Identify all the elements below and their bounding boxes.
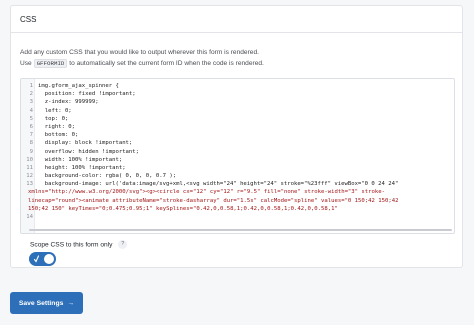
scope-css-toggle[interactable] (29, 252, 56, 266)
code-line[interactable]: 11 height: 100% !important; (21, 164, 454, 172)
save-settings-button[interactable]: Save Settings → (10, 292, 83, 314)
code-line[interactable]: 4 left: 0; (21, 107, 454, 115)
line-number: 12 (26, 173, 33, 180)
editor-content[interactable]: 1 img.gform_ajax_spinner { 2 position: fi… (21, 79, 454, 233)
scope-css-label-text: Scope CSS to this form only (30, 241, 113, 249)
form-id-merge-tag: GFFORMID (33, 59, 68, 68)
description: Add any custom CSS that you would like t… (20, 47, 460, 69)
code-line[interactable]: 8 display: block !important; (21, 139, 454, 147)
code-line[interactable]: 14 (21, 213, 454, 221)
line-number: 4 (29, 107, 33, 114)
css-settings-panel: CSS Add any custom CSS that you would li… (10, 5, 463, 268)
description-line-1: Add any custom CSS that you would like t… (20, 49, 259, 56)
code-text: background-color: rgba( 0, 0, 0, 0.7 ); (38, 173, 177, 180)
code-line[interactable]: 13 background-image: url('data:image/svg… (21, 180, 454, 188)
code-text: xmlns="http://www.w3.org/2000/svg"><g><c… (28, 189, 385, 196)
code-continuation-line[interactable]: linecap="round"><animate attributeName="… (21, 197, 454, 205)
code-line[interactable]: 9 overflow: hidden !important; (21, 148, 454, 156)
description-use-text: Use (20, 60, 32, 67)
description-suffix-text: to automatically set the current form ID… (69, 60, 264, 67)
code-text: top: 0; (38, 115, 69, 122)
line-number: 3 (29, 99, 33, 106)
line-number: 7 (29, 132, 33, 139)
code-continuation-line[interactable]: 150;42 150" keyTimes="0;0.475;0.95;1" ke… (21, 205, 454, 213)
line-number: 13 (26, 181, 33, 188)
line-number: 6 (29, 123, 33, 130)
code-line[interactable]: 1 img.gform_ajax_spinner { (21, 82, 454, 90)
horizontal-scrollbar[interactable] (29, 229, 452, 231)
line-number: 1 (29, 83, 33, 89)
code-line[interactable]: 3 z-index: 999999; (21, 98, 454, 106)
toggle-knob (44, 254, 54, 264)
code-text: height: 100% !important; (38, 164, 126, 171)
code-text: 150;42 150" keyTimes="0;0.475;0.95;1" ke… (28, 205, 338, 212)
code-text: img.gform_ajax_spinner { (38, 83, 119, 89)
save-settings-label: Save Settings (18, 299, 64, 307)
line-number: 8 (29, 140, 33, 147)
code-text: left: 0; (38, 107, 72, 114)
scope-css-label: Scope CSS to this form only ? (30, 240, 128, 249)
line-number: 9 (29, 148, 33, 155)
code-text: background-image: url('data:image/svg+xm… (38, 181, 399, 188)
code-text: bottom: 0; (38, 132, 79, 139)
line-number: 2 (29, 91, 33, 98)
code-line[interactable]: 6 right: 0; (21, 123, 454, 131)
line-number: 14 (26, 214, 33, 220)
panel-header: CSS (11, 6, 462, 33)
code-text: linecap="round"><animate attributeName="… (28, 197, 399, 204)
code-line[interactable]: 12 background-color: rgba( 0, 0, 0, 0.7 … (21, 172, 454, 180)
code-text: width: 100% !important; (38, 156, 123, 163)
code-text: right: 0; (38, 123, 76, 130)
code-line[interactable]: 10 width: 100% !important; (21, 156, 454, 164)
code-text: position: fixed !important; (38, 91, 136, 98)
code-text: display: block !important; (38, 140, 133, 147)
check-icon (34, 255, 39, 263)
description-line-2: Use GFFORMID to automatically set the cu… (20, 58, 460, 69)
code-line[interactable]: 5 top: 0; (21, 115, 454, 123)
css-code-editor[interactable]: 1 img.gform_ajax_spinner { 2 position: fi… (20, 78, 455, 234)
line-number: 5 (29, 115, 33, 122)
panel-title: CSS (20, 14, 37, 24)
code-line[interactable]: 2 position: fixed !important; (21, 90, 454, 98)
code-text: z-index: 999999; (38, 99, 99, 106)
code-text: overflow: hidden !important; (38, 148, 140, 155)
line-number: 10 (26, 156, 33, 163)
help-icon[interactable]: ? (118, 240, 128, 249)
line-number: 11 (26, 164, 33, 171)
code-continuation-line[interactable]: xmlns="http://www.w3.org/2000/svg"><g><c… (21, 188, 454, 196)
code-line[interactable]: 7 bottom: 0; (21, 131, 454, 139)
arrow-right-icon: → (67, 299, 75, 307)
